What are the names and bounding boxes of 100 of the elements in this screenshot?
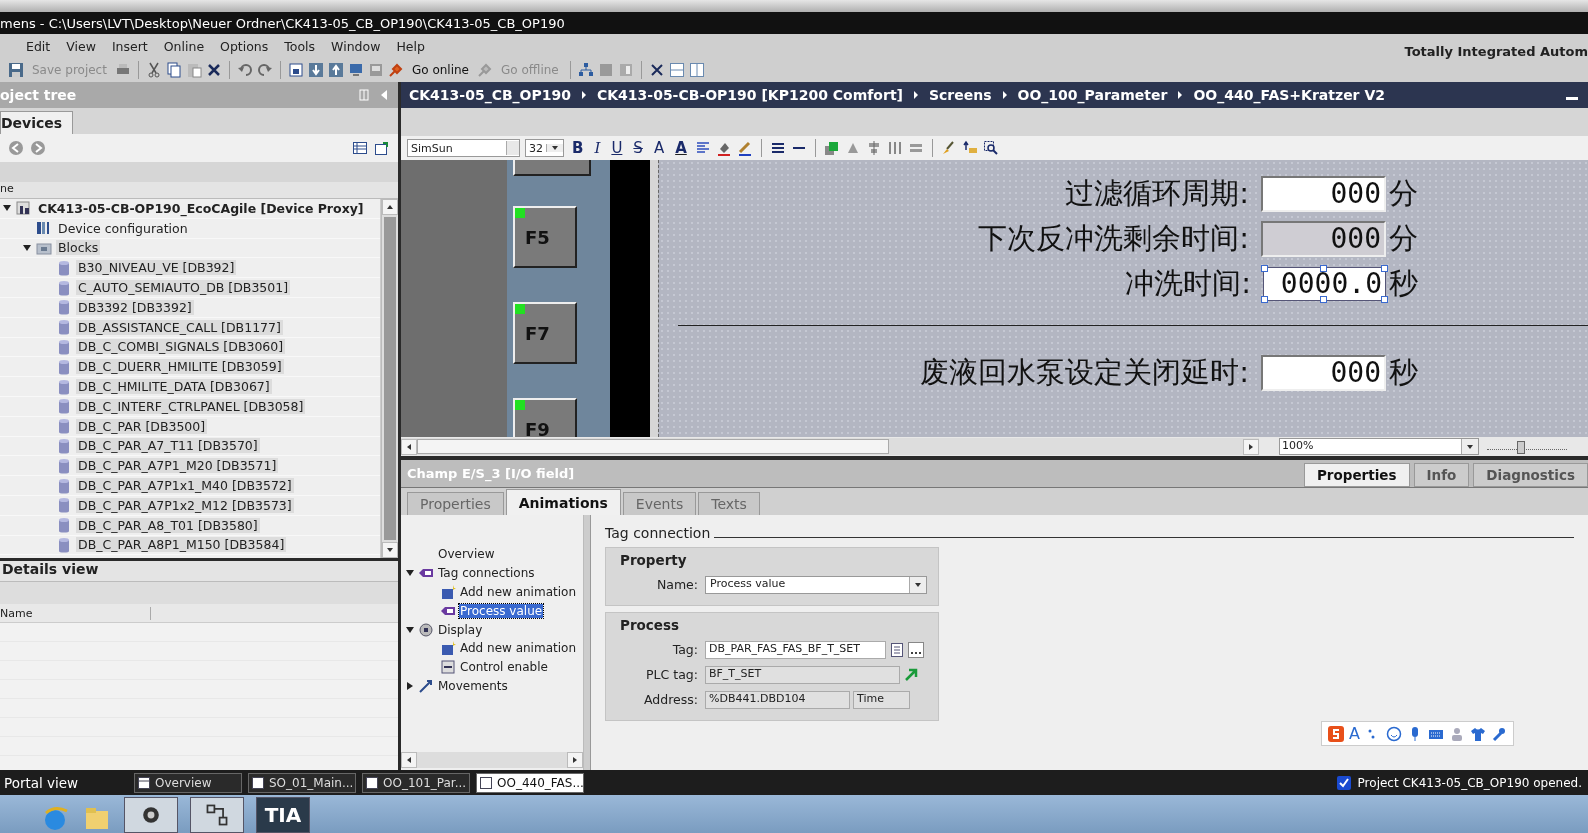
close-icon[interactable] bbox=[648, 62, 665, 78]
tree-item[interactable]: CK413-05-CB-OP190_EcoCAgile [Device Proxy] bbox=[36, 200, 366, 216]
io-field[interactable]: 000 bbox=[1261, 355, 1386, 391]
nav-item[interactable]: Control enable bbox=[459, 660, 549, 675]
forward-icon[interactable] bbox=[30, 140, 46, 156]
function-key[interactable]: F9 bbox=[513, 398, 577, 437]
split-vertical-icon[interactable] bbox=[688, 62, 705, 78]
nav-item[interactable]: Add new animation bbox=[459, 585, 577, 599]
more-icon[interactable] bbox=[908, 641, 924, 658]
menu-item[interactable]: View bbox=[58, 38, 104, 54]
tree-item[interactable]: DB_C_COMBI_SIGNALS [DB3060] bbox=[76, 339, 286, 355]
menu-item[interactable]: Window bbox=[323, 38, 389, 54]
tree-item[interactable]: DB_C_HMILITE_DATA [DB3067] bbox=[76, 379, 272, 395]
breadcrumb-item[interactable]: CK413-05_CB_OP190 bbox=[409, 87, 571, 103]
editor-tab[interactable]: OO_440_FAS... bbox=[476, 772, 584, 793]
format-button[interactable]: A bbox=[650, 139, 668, 157]
devices-tab[interactable]: Devices bbox=[0, 111, 74, 134]
tree-item[interactable]: DB_ASSISTANCE_CALL [DB1177] bbox=[76, 319, 283, 335]
tree-item[interactable]: DB_C_PAR_A7P1_M20 [DB3571] bbox=[76, 458, 279, 474]
tab[interactable]: Animations bbox=[505, 489, 621, 515]
table-arrow-icon[interactable] bbox=[374, 140, 390, 156]
tree-item[interactable]: DB3392 [DB3392] bbox=[76, 299, 194, 315]
tree-item[interactable]: DB_C_PAR_A8_T01 [DB3580] bbox=[76, 517, 260, 533]
redo-icon[interactable] bbox=[256, 62, 273, 78]
go-online-button[interactable]: Go online bbox=[407, 63, 473, 77]
input-method-logo-icon[interactable] bbox=[1328, 725, 1344, 742]
layers-icon[interactable] bbox=[961, 140, 978, 156]
layer-icon[interactable] bbox=[823, 140, 840, 156]
menu-item[interactable]: Tools bbox=[276, 38, 324, 54]
dropdown-arrow-icon[interactable] bbox=[551, 144, 559, 152]
breadcrumb-item[interactable]: OO_440_FAS+Kratzer V2 bbox=[1193, 87, 1385, 103]
brush-icon[interactable] bbox=[940, 140, 957, 156]
plug-icon[interactable] bbox=[387, 62, 404, 78]
tree-item[interactable]: Blocks bbox=[56, 240, 101, 256]
delete-icon[interactable] bbox=[205, 62, 222, 78]
scroll-up-icon[interactable] bbox=[386, 203, 394, 211]
tree-item[interactable]: B30_NIVEAU_VE [DB392] bbox=[76, 260, 237, 276]
horizontal-scrollbar[interactable] bbox=[401, 752, 583, 768]
editor-tab[interactable]: SO_01_Main... bbox=[248, 772, 356, 793]
line-weight-icon[interactable] bbox=[769, 140, 786, 156]
zoom-dropdown[interactable]: 100% bbox=[1279, 438, 1479, 455]
monitor-icon[interactable] bbox=[347, 62, 364, 78]
tree-item[interactable]: DB_C_DUERR_HMILITE [DB3059] bbox=[76, 359, 284, 375]
menu-item[interactable]: Edit bbox=[18, 38, 59, 54]
menu-item[interactable]: Insert bbox=[103, 38, 156, 54]
collapsed-caret-icon[interactable] bbox=[405, 680, 415, 691]
io-field[interactable]: 0000.0 bbox=[1263, 267, 1386, 301]
table-icon[interactable] bbox=[352, 140, 368, 156]
save-icon[interactable] bbox=[8, 62, 24, 78]
back-icon[interactable] bbox=[8, 140, 24, 156]
inspector-tab[interactable]: Properties bbox=[1303, 463, 1410, 487]
cut-icon[interactable] bbox=[145, 62, 162, 78]
menu-item[interactable]: Help bbox=[388, 38, 433, 54]
format-button[interactable]: I bbox=[591, 139, 604, 157]
menu-item[interactable]: Options bbox=[212, 38, 277, 54]
format-button[interactable]: B bbox=[569, 139, 587, 157]
undo-icon[interactable] bbox=[236, 62, 253, 78]
split-horizontal-icon[interactable] bbox=[668, 62, 685, 78]
taskbar-button[interactable] bbox=[124, 797, 178, 833]
dropdown-arrow-icon[interactable] bbox=[914, 580, 922, 589]
name-dropdown[interactable]: Process value bbox=[705, 575, 927, 594]
inspector-tab[interactable]: Diagnostics bbox=[1473, 463, 1588, 487]
editor-tab[interactable]: Overview bbox=[134, 772, 242, 793]
list-icon[interactable] bbox=[889, 641, 905, 658]
function-key[interactable] bbox=[513, 160, 591, 176]
scroll-left-icon[interactable] bbox=[405, 442, 413, 451]
scroll-right-icon[interactable] bbox=[571, 756, 579, 764]
tag-field[interactable]: DB_PAR_FAS_FAS_BF_T_SET bbox=[705, 640, 886, 659]
breadcrumb-item[interactable]: OO_100_Parameter bbox=[1017, 87, 1168, 103]
horizontal-scrollbar[interactable] bbox=[401, 438, 1259, 455]
scroll-right-icon[interactable] bbox=[1247, 442, 1255, 451]
tree-item[interactable]: C_AUTO_SEMIAUTO_DB [DB3501] bbox=[76, 280, 291, 296]
address-field[interactable]: %DB441.DBD104 bbox=[705, 690, 850, 709]
network-icon[interactable] bbox=[577, 62, 594, 78]
io-field[interactable]: 000 bbox=[1261, 176, 1386, 212]
tia-portal-taskbar-button[interactable]: TIA bbox=[256, 797, 310, 833]
expanded-caret-icon[interactable] bbox=[22, 243, 32, 253]
copy-icon[interactable] bbox=[165, 62, 182, 78]
upload-icon[interactable] bbox=[327, 62, 344, 78]
input-mode-toggle[interactable]: A bbox=[1349, 724, 1360, 743]
zoom-selection-icon[interactable] bbox=[982, 140, 999, 156]
dropdown-arrow-icon[interactable] bbox=[1466, 442, 1474, 451]
function-key[interactable]: F5 bbox=[513, 206, 577, 268]
tree-item[interactable]: DB_C_PAR_A8P1_M150 [DB3584] bbox=[76, 537, 287, 553]
menu-item[interactable]: Online bbox=[155, 38, 213, 54]
portal-view-link[interactable]: Portal view bbox=[0, 773, 128, 792]
go-to-arrow-icon[interactable] bbox=[903, 666, 919, 683]
font-size-dropdown[interactable]: 32 bbox=[525, 139, 564, 157]
format-button[interactable]: U bbox=[608, 139, 626, 157]
plc-tag-field[interactable]: BF_T_SET bbox=[705, 665, 900, 684]
nav-item[interactable]: Overview bbox=[437, 547, 496, 562]
download-icon[interactable] bbox=[307, 62, 324, 78]
align-icon[interactable] bbox=[694, 140, 711, 156]
pen-icon[interactable] bbox=[736, 140, 753, 156]
scroll-left-icon[interactable] bbox=[405, 756, 413, 764]
io-field[interactable]: 000 bbox=[1261, 221, 1386, 257]
breadcrumb-item[interactable]: CK413-05-CB-OP190 [KP1200 Comfort] bbox=[597, 87, 903, 103]
scrollbar[interactable] bbox=[381, 199, 398, 558]
expanded-caret-icon[interactable] bbox=[405, 624, 415, 635]
shirt-icon[interactable] bbox=[1469, 725, 1486, 742]
